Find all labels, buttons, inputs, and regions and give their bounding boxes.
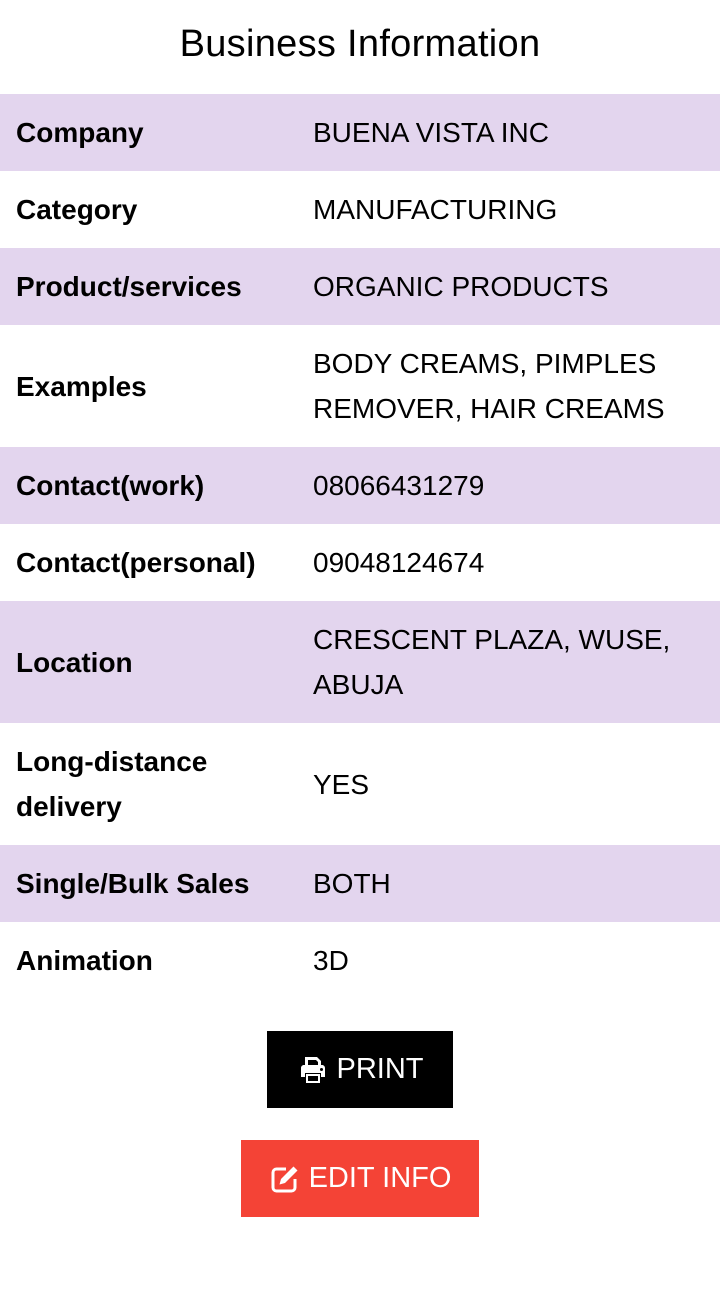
edit-icon (269, 1163, 301, 1195)
table-row-contact-work: Contact(work) 08066431279 (0, 447, 720, 524)
row-label: Long-distance delivery (16, 746, 208, 822)
row-value: YES (313, 768, 370, 800)
row-label: Product/services (16, 271, 242, 302)
row-label: Contact(personal) (16, 547, 256, 578)
table-row-category: Category MANUFACTURING (0, 171, 720, 248)
table-row-company: Company BUENA VISTA INC (0, 94, 720, 171)
page-title: Business Information (179, 23, 541, 65)
table-row-product-services: Product/services ORGANIC PRODUCTS (0, 248, 720, 325)
table-row-examples: Examples BODY CREAMS, PIMPLES REMOVER, H… (0, 325, 720, 447)
print-button-label: PRINT (336, 1053, 424, 1085)
row-label: Category (16, 194, 138, 225)
row-value: ORGANIC PRODUCTS (313, 271, 609, 302)
row-label: Contact(work) (16, 470, 205, 501)
row-label: Animation (16, 945, 153, 976)
table-row-contact-personal: Contact(personal) 09048124674 (0, 524, 720, 601)
row-value: BODY CREAMS, PIMPLES REMOVER, HAIR CREAM… (313, 348, 665, 424)
print-button[interactable]: PRINT (267, 1031, 453, 1108)
row-label: Company (16, 117, 144, 148)
row-label: Examples (16, 370, 147, 402)
row-value: BUENA VISTA INC (313, 117, 549, 148)
edit-info-button[interactable]: EDIT INFO (241, 1140, 479, 1217)
row-value: 09048124674 (313, 547, 485, 578)
business-info-table: Company BUENA VISTA INC Category MANUFAC… (0, 94, 720, 999)
table-row-animation: Animation 3D (0, 922, 720, 999)
row-value: MANUFACTURING (313, 194, 558, 225)
row-value: 08066431279 (313, 470, 485, 501)
row-value: 3D (313, 945, 349, 976)
row-value: CRESCENT PLAZA, WUSE, ABUJA (313, 624, 671, 700)
action-buttons: PRINT EDIT INFO (0, 1031, 720, 1217)
table-row-location: Location CRESCENT PLAZA, WUSE, ABUJA (0, 601, 720, 723)
print-icon (297, 1054, 329, 1086)
table-row-single-bulk-sales: Single/Bulk Sales BOTH (0, 845, 720, 922)
row-value: BOTH (313, 868, 391, 899)
edit-info-button-label: EDIT INFO (308, 1162, 452, 1194)
table-row-long-distance-delivery: Long-distance delivery YES (0, 723, 720, 845)
row-label: Location (16, 646, 133, 678)
row-label: Single/Bulk Sales (16, 868, 250, 899)
